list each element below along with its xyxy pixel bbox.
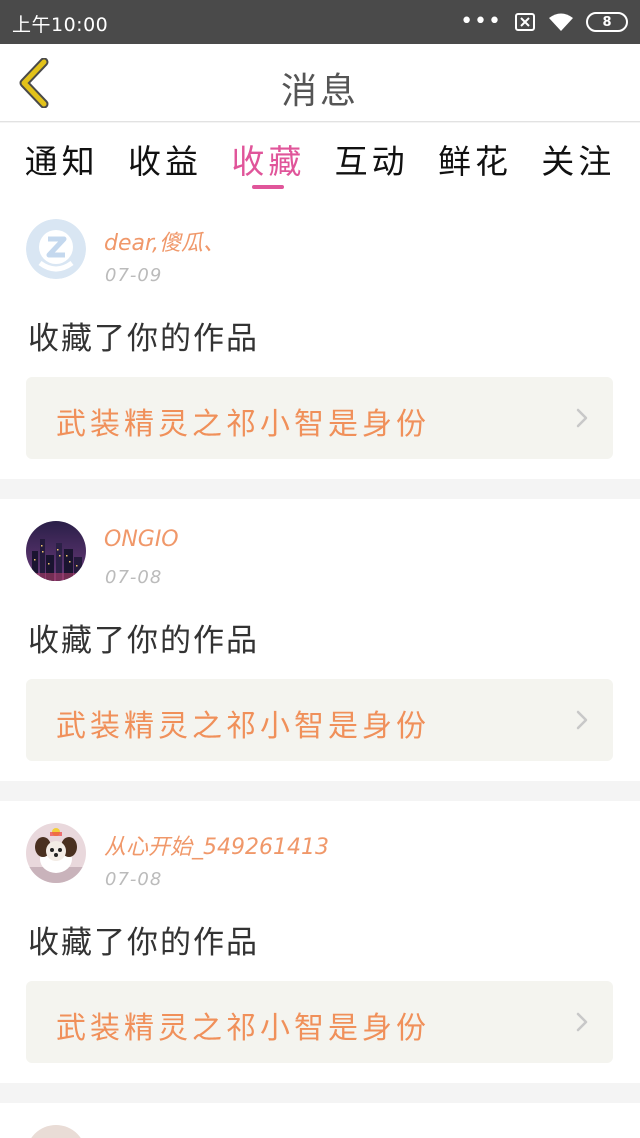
user-name[interactable]: dear,傻瓜、 (104, 225, 225, 257)
message-date: 07-08 (105, 869, 163, 890)
work-link[interactable]: 武装精灵之祁小智是身份 (26, 981, 613, 1063)
avatar[interactable] (26, 521, 86, 581)
user-name[interactable]: 从心开始_549261413 (104, 829, 329, 861)
message-card: 从心开始_549261413 07-08 收藏了你的作品 武装精灵之祁小智是身份 (0, 801, 640, 1083)
work-title: 武装精灵之祁小智是身份 (56, 1011, 430, 1046)
user-name[interactable]: ONGIO (104, 527, 179, 552)
work-title: 武装精灵之祁小智是身份 (56, 709, 430, 744)
wifi-icon (549, 13, 573, 31)
page-title: 消息 (280, 71, 359, 112)
tab-notice[interactable]: 通知 (25, 123, 99, 197)
message-list: dear,傻瓜、 07-09 收藏了你的作品 武装精灵之祁小智是身份 ONGIO… (0, 197, 640, 1138)
action-text: 收藏了你的作品 (28, 321, 259, 357)
action-text: 收藏了你的作品 (28, 925, 259, 961)
status-bar: 上午10:00 ••• 8 (0, 0, 640, 44)
battery-icon: 8 (586, 12, 628, 32)
signal-dots-icon: ••• (460, 9, 502, 34)
tab-bar: 通知 收益 收藏 互动 鲜花 关注 (0, 123, 640, 197)
chevron-right-icon (576, 1012, 588, 1032)
avatar[interactable] (26, 219, 86, 279)
title-bar: 消息 (0, 44, 640, 122)
tab-flowers[interactable]: 鲜花 (438, 123, 512, 197)
avatar[interactable] (26, 1125, 86, 1138)
status-time: 上午10:00 (12, 14, 109, 36)
puppy-photo (26, 823, 86, 883)
default-avatar-icon (26, 219, 86, 279)
action-text: 收藏了你的作品 (28, 623, 259, 659)
work-link[interactable]: 武装精灵之祁小智是身份 (26, 377, 613, 459)
message-date: 07-09 (105, 265, 163, 286)
status-icons: ••• 8 (460, 10, 628, 34)
battery-level: 8 (602, 14, 612, 30)
chevron-right-icon (576, 710, 588, 730)
tab-interaction[interactable]: 互动 (335, 123, 409, 197)
tab-follow[interactable]: 关注 (541, 123, 615, 197)
message-card-partial (0, 1103, 640, 1138)
tab-favorites[interactable]: 收藏 (231, 123, 305, 197)
sim-off-icon (515, 13, 535, 31)
message-date: 07-08 (105, 567, 163, 588)
message-card: dear,傻瓜、 07-09 收藏了你的作品 武装精灵之祁小智是身份 (0, 197, 640, 479)
chevron-right-icon (576, 408, 588, 428)
tab-earnings[interactable]: 收益 (128, 123, 202, 197)
message-card: ONGIO 07-08 收藏了你的作品 武装精灵之祁小智是身份 (0, 499, 640, 781)
work-link[interactable]: 武装精灵之祁小智是身份 (26, 679, 613, 761)
avatar[interactable] (26, 823, 86, 883)
work-title: 武装精灵之祁小智是身份 (56, 407, 430, 442)
city-night-photo (26, 521, 86, 581)
